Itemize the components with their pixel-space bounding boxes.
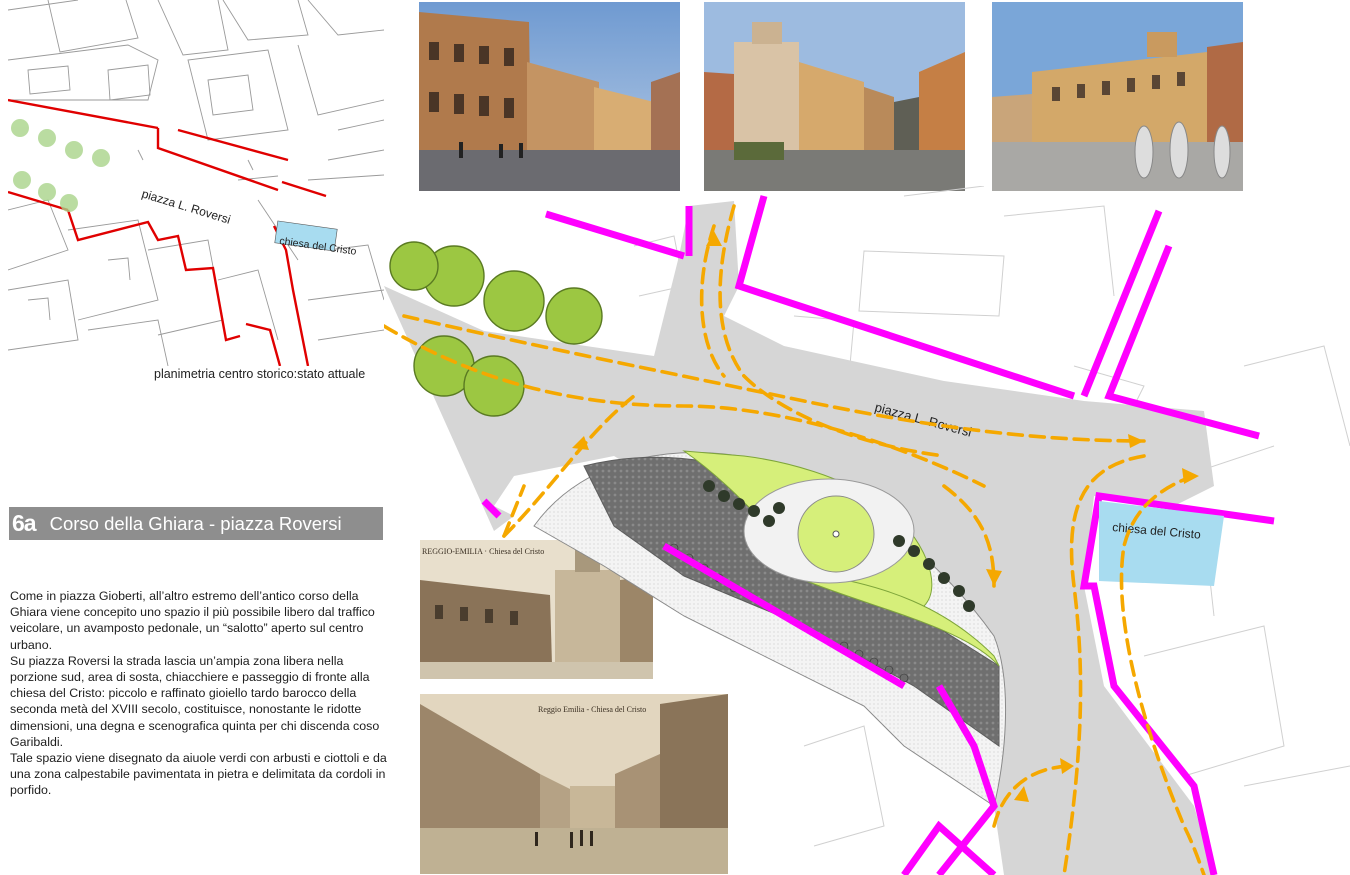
small-map-caption: planimetria centro storico:stato attuale	[154, 367, 366, 381]
photo-piazza-view-2	[992, 2, 1243, 191]
description-text: Come in piazza Gioberti, all’altro estre…	[10, 588, 388, 799]
section-title: Corso della Ghiara - piazza Roversi	[49, 512, 342, 534]
church-shape	[1099, 501, 1224, 586]
site-map-current-state: piazza L. Roversi chiesa del Cristo	[8, 0, 384, 366]
photo-church-facade	[704, 2, 965, 191]
section-title-band: 6a Corso della Ghiara - piazza Roversi	[9, 507, 383, 540]
description-paragraph: Su piazza Roversi la strada lascia un’am…	[10, 653, 380, 749]
photo-piazza-view-1	[419, 2, 680, 191]
section-number: 6a	[12, 510, 37, 536]
description-paragraph: Come in piazza Gioberti, all’altro estre…	[10, 589, 375, 652]
small-map-street-label: piazza L. Roversi	[140, 186, 232, 226]
square-design-plan: chiesa del Cristo piazza L. Roversi	[384, 186, 1350, 875]
description-paragraph: Tale spazio viene disegnato da aiuole ve…	[10, 751, 387, 798]
